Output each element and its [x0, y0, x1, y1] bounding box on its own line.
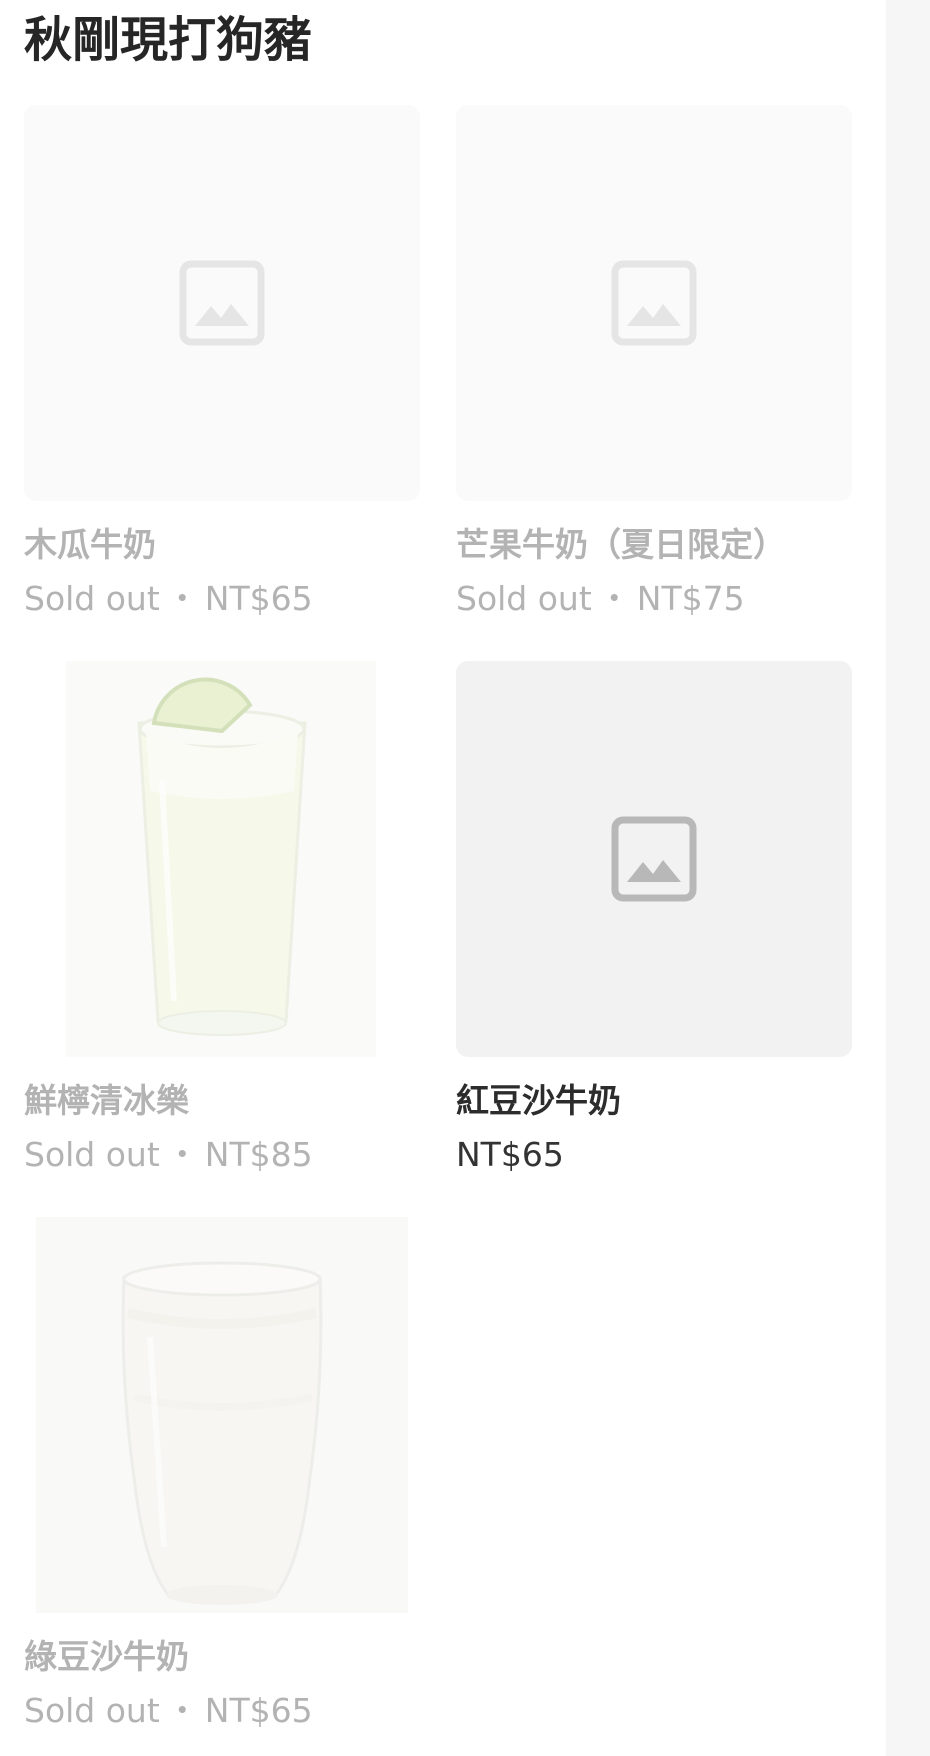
item-name: 紅豆沙牛奶 — [456, 1081, 621, 1120]
item-name: 鮮檸清冰樂 — [24, 1081, 189, 1120]
separator: ・ — [165, 1691, 199, 1730]
menu-item-grid: 木瓜牛奶 Sold out ・ NT$65 芒果牛奶（夏日限定） Sold out ・… — [24, 105, 852, 1733]
item-photo — [24, 1217, 420, 1613]
item-meta: Sold out ・ NT$75 — [456, 577, 852, 621]
item-price: NT$75 — [636, 579, 745, 618]
menu-item-card[interactable]: 紅豆沙牛奶 NT$65 — [456, 661, 852, 1177]
section-title: 秋剛現打狗豬 — [24, 12, 313, 68]
item-meta: Sold out ・ NT$65 — [24, 1689, 420, 1733]
sold-out-label: Sold out — [24, 579, 160, 618]
item-price: NT$65 — [456, 1135, 564, 1174]
image-placeholder-icon — [179, 260, 265, 346]
item-photo — [24, 661, 420, 1057]
menu-item-card[interactable]: 鮮檸清冰樂 Sold out ・ NT$85 — [24, 661, 420, 1177]
item-price: NT$65 — [204, 579, 313, 618]
image-placeholder-icon — [611, 816, 697, 902]
sold-out-label: Sold out — [24, 1135, 160, 1174]
item-meta: Sold out ・ NT$65 — [24, 577, 420, 621]
item-image-placeholder — [456, 105, 852, 501]
item-image-placeholder — [456, 661, 852, 1057]
item-name: 芒果牛奶（夏日限定） — [456, 525, 786, 564]
item-price: NT$85 — [204, 1135, 313, 1174]
menu-item-card[interactable]: 綠豆沙牛奶 Sold out ・ NT$65 — [24, 1217, 420, 1733]
sold-out-label: Sold out — [456, 579, 592, 618]
sold-out-label: Sold out — [24, 1691, 160, 1730]
separator: ・ — [597, 579, 631, 618]
item-meta: Sold out ・ NT$85 — [24, 1133, 420, 1177]
item-name: 綠豆沙牛奶 — [24, 1637, 189, 1676]
side-panel-edge — [886, 0, 930, 1756]
item-price: NT$65 — [204, 1691, 313, 1730]
menu-item-card[interactable]: 木瓜牛奶 Sold out ・ NT$65 — [24, 105, 420, 621]
item-meta: NT$65 — [456, 1133, 852, 1177]
separator: ・ — [165, 579, 199, 618]
image-placeholder-icon — [611, 260, 697, 346]
item-image-placeholder — [24, 105, 420, 501]
menu-item-card[interactable]: 芒果牛奶（夏日限定） Sold out ・ NT$75 — [456, 105, 852, 621]
lemon-drink-photo — [66, 661, 376, 1057]
mung-bean-milk-photo — [36, 1217, 408, 1613]
item-name: 木瓜牛奶 — [24, 525, 156, 564]
menu-page: 秋剛現打狗豬 木瓜牛奶 Sold out ・ NT$65 芒果牛奶（夏日限定） … — [0, 0, 930, 1756]
separator: ・ — [165, 1135, 199, 1174]
